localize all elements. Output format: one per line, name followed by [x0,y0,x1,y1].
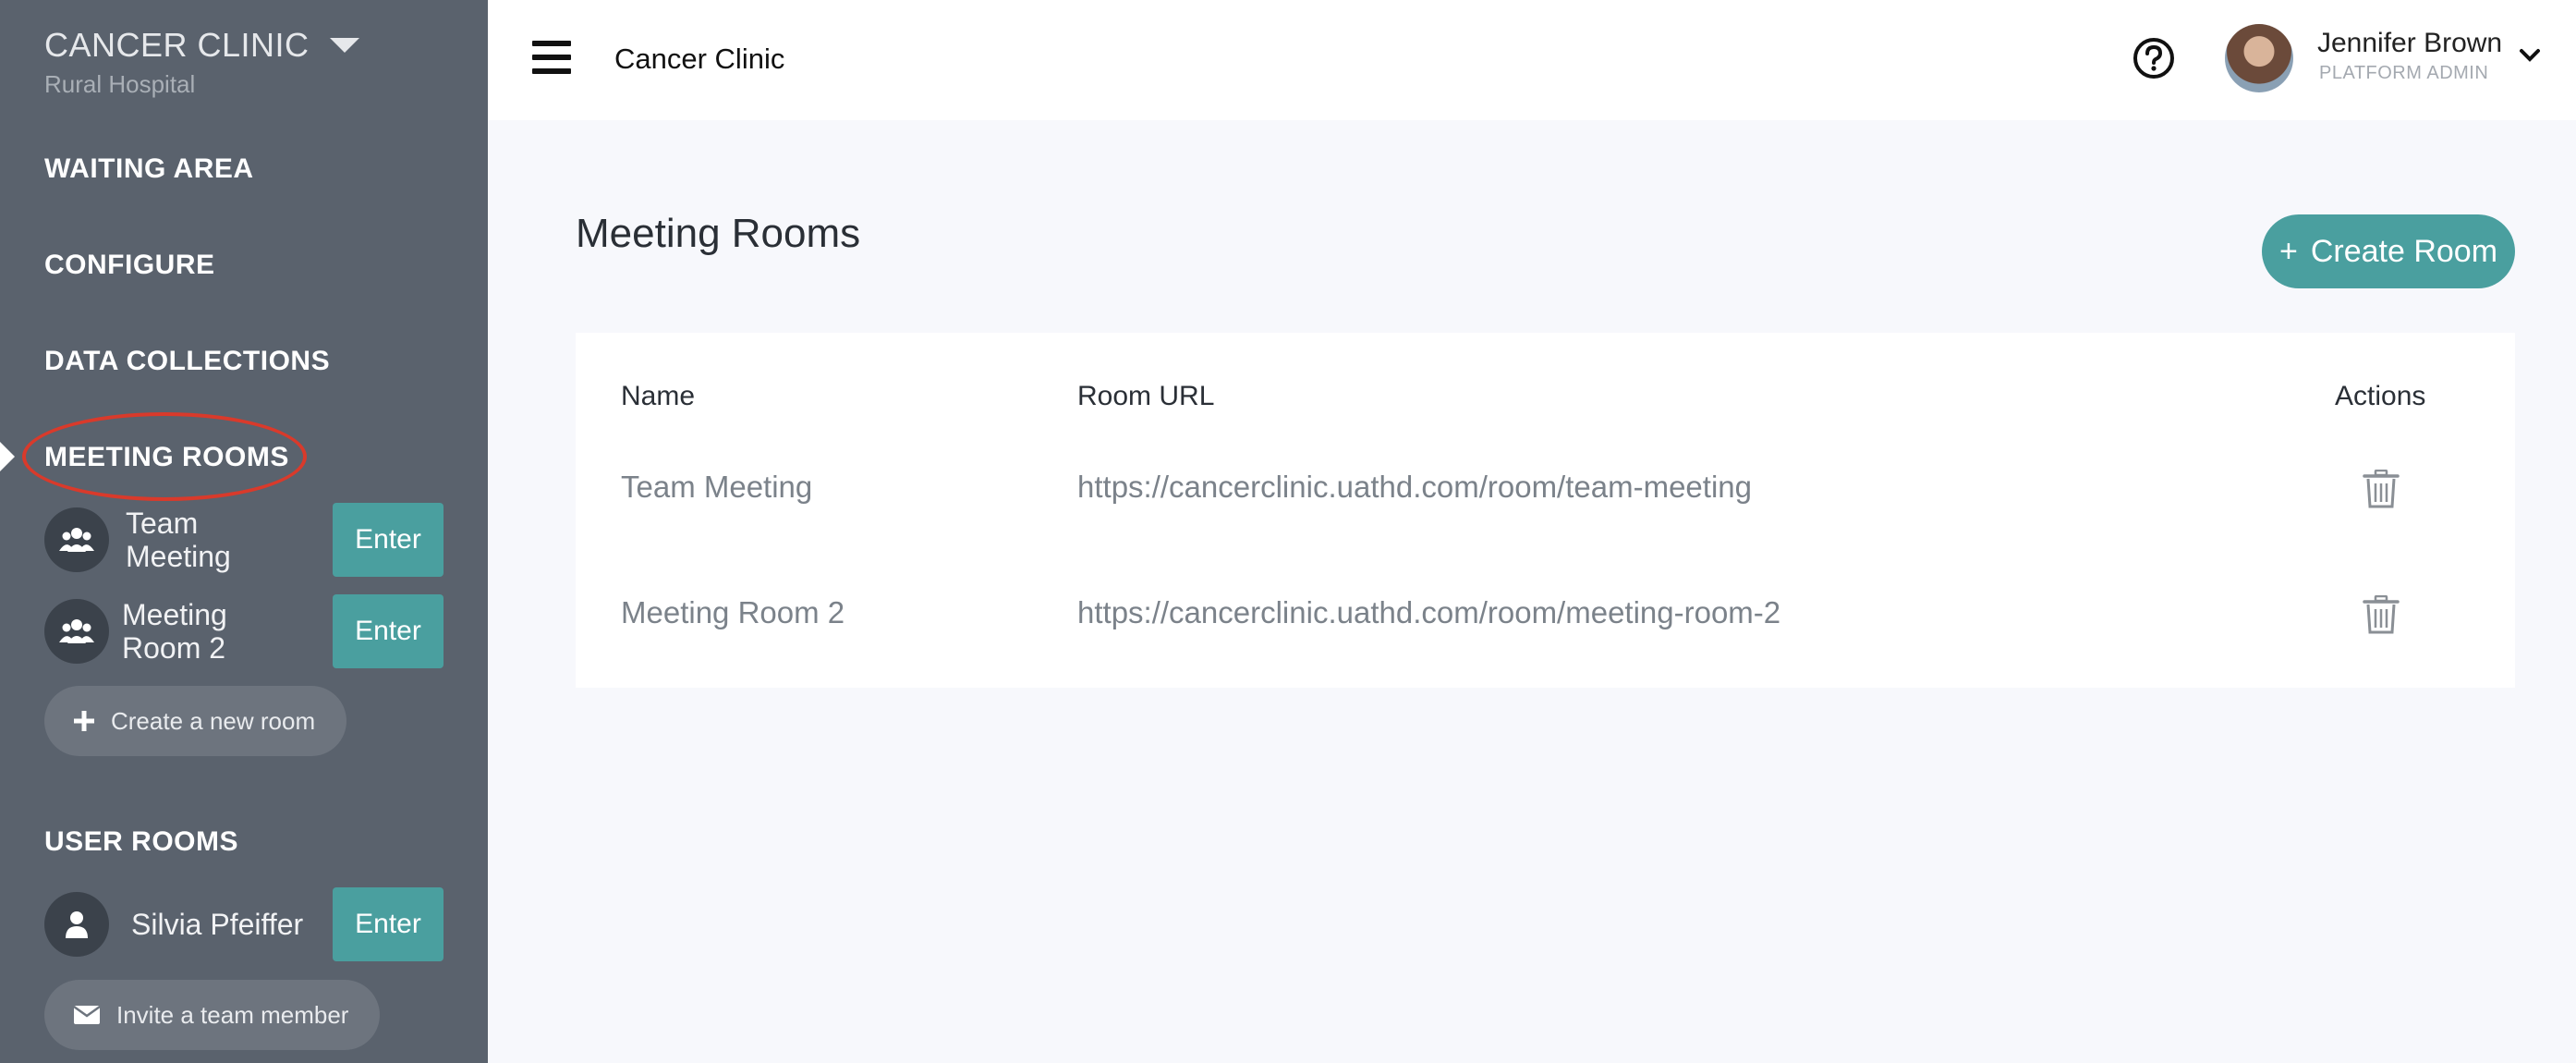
room-name-cell[interactable]: Meeting Room 2 [621,595,844,630]
trash-icon[interactable] [2363,469,2400,513]
envelope-icon [74,1006,100,1024]
enter-room-button[interactable]: Enter [333,594,444,668]
caret-down-icon[interactable] [329,38,359,53]
column-header-actions: Actions [2335,381,2426,411]
sidebar-room-team-meeting: Team Meeting Enter [44,503,444,577]
top-bar: Cancer Clinic Jennifer Brown PLATFORM AD… [488,0,2576,120]
group-icon [44,599,109,664]
nav-waiting-area[interactable]: WAITING AREA [44,153,254,185]
sidebar-room-label[interactable]: Team Meeting [126,507,301,573]
chevron-down-icon[interactable] [2519,48,2541,67]
section-user-rooms: USER ROOMS [44,826,239,857]
active-nav-indicator [0,442,15,471]
trash-icon[interactable] [2363,594,2400,639]
enter-room-button[interactable]: Enter [333,503,444,577]
enter-room-button[interactable]: Enter [333,887,444,961]
column-header-name: Name [621,381,696,411]
room-name-cell[interactable]: Team Meeting [621,470,812,505]
plus-icon: + [2278,233,2298,269]
user-icon [44,892,109,957]
user-name[interactable]: Jennifer Brown [2317,28,2502,59]
page-title: Meeting Rooms [576,211,861,256]
create-room-label: Create Room [2310,233,2498,269]
column-header-url: Room URL [1077,381,1215,411]
sidebar: CANCER CLINIC Rural Hospital WAITING ARE… [0,0,488,1063]
topbar-title: Cancer Clinic [614,43,785,75]
create-room-button[interactable]: + Create Room [2262,214,2515,288]
nav-meeting-rooms[interactable]: MEETING ROOMS [44,442,289,473]
sidebar-room-label[interactable]: Meeting Room 2 [122,598,298,665]
sidebar-room-meeting-room-2: Meeting Room 2 Enter [44,594,444,668]
hamburger-menu-icon[interactable] [532,41,571,74]
meeting-rooms-table: Name Room URL Actions Team Meeting https… [576,333,2515,688]
create-new-room-label: Create a new room [111,706,316,735]
help-icon[interactable] [2132,37,2175,84]
invite-team-member-label: Invite a team member [116,1000,349,1029]
invite-team-member-button[interactable]: Invite a team member [44,980,381,1050]
user-role: PLATFORM ADMIN [2319,63,2489,83]
create-new-room-button[interactable]: Create a new room [44,686,347,756]
sidebar-user-room-silvia: Silvia Pfeiffer Enter [44,887,444,961]
group-icon [44,507,109,572]
room-url-cell[interactable]: https://cancerclinic.uathd.com/room/meet… [1077,595,1780,630]
sidebar-user-room-label[interactable]: Silvia Pfeiffer [131,908,344,941]
user-avatar[interactable] [2225,24,2293,92]
nav-data-collections[interactable]: DATA COLLECTIONS [44,346,330,377]
room-url-cell[interactable]: https://cancerclinic.uathd.com/room/team… [1077,470,1752,505]
clinic-subtitle: Rural Hospital [44,70,196,98]
clinic-name: CANCER CLINIC [44,26,310,64]
plus-icon [74,711,94,731]
nav-configure[interactable]: CONFIGURE [44,250,215,281]
clinic-selector[interactable]: CANCER CLINIC [44,26,359,65]
